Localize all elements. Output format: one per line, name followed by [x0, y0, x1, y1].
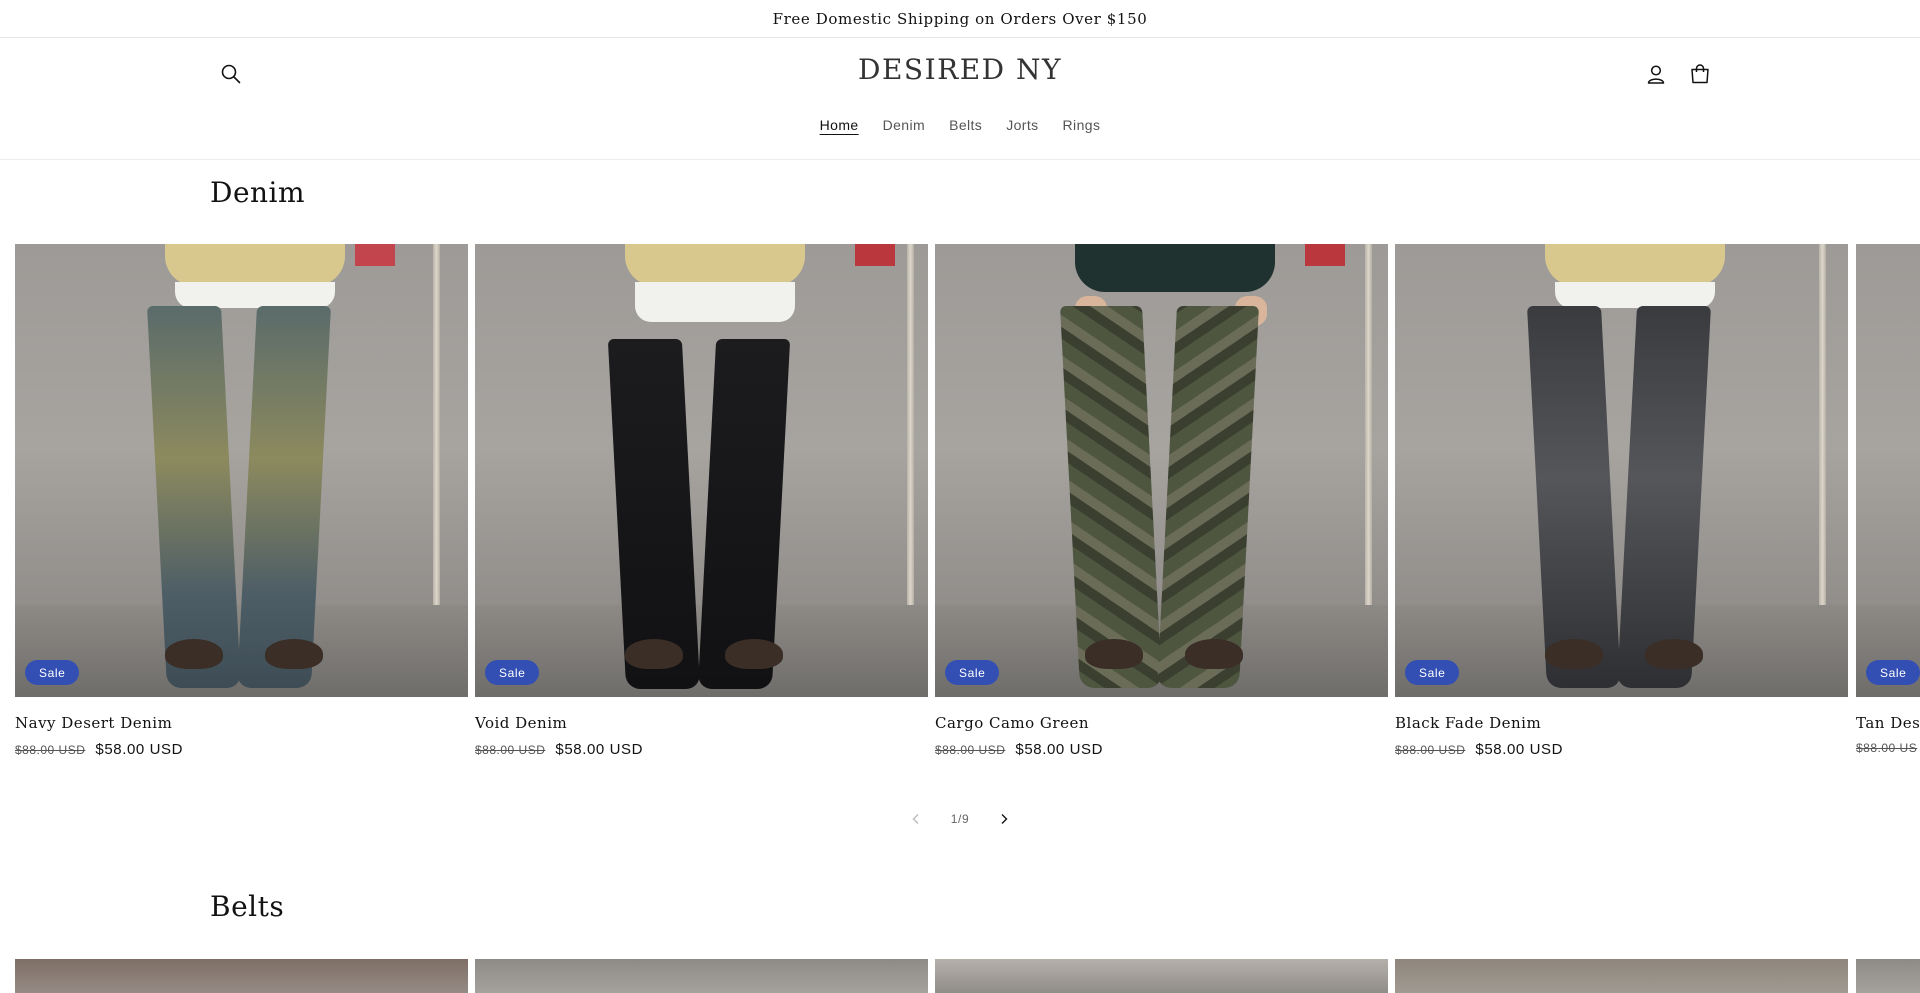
product-price: $88.00 USD $58.00 USD	[475, 741, 928, 758]
announcement-text: Free Domestic Shipping on Orders Over $1…	[772, 9, 1148, 28]
nav-home[interactable]: Home	[808, 117, 871, 133]
product-card[interactable]: Sale Void Denim $88.00 USD $58.00 USD	[475, 244, 928, 758]
nav-rings[interactable]: Rings	[1051, 117, 1113, 133]
product-title[interactable]: Navy Desert Denim	[15, 714, 468, 732]
main-nav: Home Denim Belts Jorts Rings	[0, 117, 1920, 133]
product-title[interactable]: Void Denim	[475, 714, 928, 732]
section-title-denim: Denim	[210, 176, 306, 209]
product-image[interactable]: Sale	[1395, 244, 1848, 697]
account-icon	[1647, 65, 1665, 84]
product-image[interactable]: Sale	[475, 244, 928, 697]
product-image[interactable]	[15, 959, 468, 993]
sale-price: $58.00 USD	[555, 741, 644, 758]
slider-pagination: 1/9	[0, 806, 1920, 832]
nav-jorts[interactable]: Jorts	[994, 117, 1050, 133]
product-price: $88.00 USD $58.00 USD	[935, 741, 1388, 758]
product-title[interactable]: Tan Dese	[1856, 714, 1920, 732]
compare-price: $88.00 USD	[475, 743, 546, 757]
product-title[interactable]: Black Fade Denim	[1395, 714, 1848, 732]
announcement-bar: Free Domestic Shipping on Orders Over $1…	[0, 0, 1920, 38]
cart-icon	[1691, 64, 1709, 84]
compare-price: $88.00 US	[1856, 741, 1918, 755]
product-price: $88.00 US	[1856, 741, 1920, 755]
chevron-left-icon	[912, 814, 919, 824]
section-title-belts: Belts	[210, 890, 285, 923]
product-card[interactable]: Sale Tan Dese $88.00 US	[1856, 244, 1920, 755]
product-title[interactable]: Cargo Camo Green	[935, 714, 1388, 732]
product-image[interactable]: Sale	[935, 244, 1388, 697]
product-image[interactable]	[1395, 959, 1848, 993]
sale-badge: Sale	[25, 660, 80, 685]
site-header: DESIRED NY Home Denim Belts Jorts Rings	[0, 39, 1920, 160]
product-image[interactable]: Sale	[15, 244, 468, 697]
product-card[interactable]: Sale Cargo Camo Green $88.00 USD $58.00 …	[935, 244, 1388, 758]
sale-price: $58.00 USD	[95, 741, 184, 758]
sale-badge: Sale	[1866, 660, 1920, 685]
product-image[interactable]	[935, 959, 1388, 993]
cart-button[interactable]	[1685, 59, 1715, 89]
compare-price: $88.00 USD	[15, 743, 86, 757]
previous-slide-button[interactable]	[903, 806, 929, 832]
product-card[interactable]: Sale Black Fade Denim $88.00 USD $58.00 …	[1395, 244, 1848, 758]
product-image[interactable]: Sale	[1856, 244, 1920, 697]
product-image[interactable]	[475, 959, 928, 993]
product-card[interactable]: Sale Navy Desert Denim $88.00 USD $58.00…	[15, 244, 468, 758]
sale-price: $58.00 USD	[1475, 741, 1564, 758]
product-price: $88.00 USD $58.00 USD	[1395, 741, 1848, 758]
product-price: $88.00 USD $58.00 USD	[15, 741, 468, 758]
sale-badge: Sale	[945, 660, 1000, 685]
slide-counter: 1/9	[950, 812, 970, 826]
account-button[interactable]	[1641, 59, 1671, 89]
sale-badge: Sale	[485, 660, 540, 685]
product-image[interactable]	[1856, 959, 1920, 993]
store-logo[interactable]: DESIRED NY	[0, 53, 1920, 86]
nav-denim[interactable]: Denim	[871, 117, 937, 133]
compare-price: $88.00 USD	[1395, 743, 1466, 757]
compare-price: $88.00 USD	[935, 743, 1006, 757]
chevron-right-icon	[1001, 814, 1008, 824]
sale-badge: Sale	[1405, 660, 1460, 685]
next-slide-button[interactable]	[991, 806, 1017, 832]
nav-belts[interactable]: Belts	[937, 117, 994, 133]
sale-price: $58.00 USD	[1015, 741, 1104, 758]
